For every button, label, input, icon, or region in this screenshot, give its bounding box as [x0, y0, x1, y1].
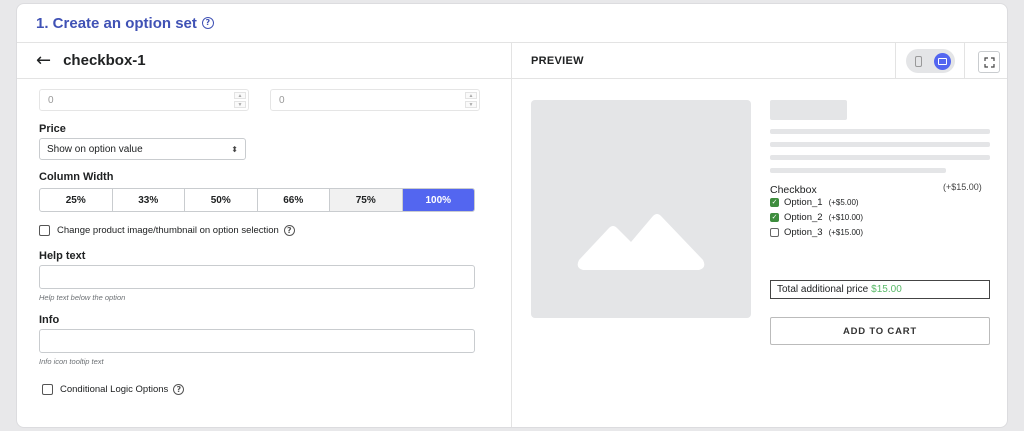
help-text-label: Help text: [39, 250, 86, 262]
option-title: checkbox-1: [63, 52, 146, 69]
column-width-25[interactable]: 25%: [40, 189, 113, 211]
conditional-label: Conditional Logic Options: [60, 384, 169, 395]
option-row-1[interactable]: ✓ Option_1 (+$5.00): [770, 197, 859, 208]
card-header: 1. Create an option set ?: [17, 4, 1007, 43]
info-hint: Info icon tooltip text: [39, 357, 104, 366]
preview-panel: PREVIEW Checkbox (+$15.00) ✓ Option_1 (+…: [512, 43, 1007, 427]
stepper-up-icon[interactable]: ▲: [465, 92, 477, 99]
option-price: (+$5.00): [828, 198, 859, 207]
min-input[interactable]: 0 ▲ ▼: [39, 89, 249, 111]
price-select[interactable]: Show on option value ⬍: [39, 138, 246, 160]
help-icon[interactable]: ?: [283, 225, 295, 236]
column-width-selector: 25% 33% 50% 66% 75% 100%: [39, 188, 475, 212]
option-row-3[interactable]: Option_3 (+$15.00): [770, 227, 863, 238]
column-width-75[interactable]: 75%: [330, 189, 403, 211]
column-width-label: Column Width: [39, 171, 114, 183]
option-label: Option_2: [784, 212, 823, 223]
back-arrow-icon[interactable]: ←: [36, 51, 51, 70]
text-skeleton: [770, 168, 946, 173]
stepper-up-icon[interactable]: ▲: [234, 92, 246, 99]
max-input[interactable]: 0 ▲ ▼: [270, 89, 480, 111]
info-input[interactable]: [39, 329, 475, 353]
change-image-row: Change product image/thumbnail on option…: [39, 225, 295, 236]
checkbox-unchecked-icon[interactable]: [770, 228, 779, 237]
help-text-hint: Help text below the option: [39, 293, 126, 302]
stepper-down-icon[interactable]: ▼: [234, 101, 246, 108]
text-skeleton: [770, 129, 990, 134]
editor-panel: ← checkbox-1 0 ▲ ▼ 0 ▲ ▼ Price Show on opt…: [17, 43, 512, 427]
min-stepper[interactable]: ▲ ▼: [234, 92, 246, 108]
stepper-down-icon[interactable]: ▼: [465, 101, 477, 108]
column-width-50[interactable]: 50%: [185, 189, 258, 211]
select-caret-icon: ⬍: [231, 144, 238, 154]
expand-icon: [983, 56, 995, 68]
product-image-placeholder: [531, 100, 751, 318]
option-group-label: Checkbox: [770, 184, 817, 196]
price-label: Price: [39, 123, 66, 135]
info-label: Info: [39, 314, 60, 326]
column-width-33[interactable]: 33%: [113, 189, 185, 211]
help-icon[interactable]: ?: [201, 17, 214, 29]
preview-header: PREVIEW: [512, 43, 1007, 79]
conditional-row: Conditional Logic Options ?: [42, 384, 185, 395]
section-title: 1. Create an option set: [36, 14, 197, 32]
total-label: Total additional price: [777, 284, 869, 295]
preview-title: PREVIEW: [531, 54, 584, 67]
option-price: (+$10.00): [828, 213, 864, 222]
help-icon[interactable]: ?: [173, 384, 185, 395]
max-value: 0: [279, 94, 285, 106]
price-select-value: Show on option value: [47, 143, 143, 155]
total-value: $15.00: [871, 284, 902, 295]
column-width-66[interactable]: 66%: [258, 189, 330, 211]
fullscreen-button[interactable]: [978, 51, 1000, 73]
conditional-checkbox[interactable]: [42, 384, 53, 395]
text-skeleton: [770, 142, 990, 147]
title-skeleton: [770, 100, 847, 120]
max-stepper[interactable]: ▲ ▼: [465, 92, 477, 108]
option-row-2[interactable]: ✓ Option_2 (+$10.00): [770, 212, 863, 223]
column-width-100[interactable]: 100%: [402, 189, 474, 211]
desktop-icon[interactable]: [933, 52, 951, 70]
device-toggle-container: [895, 43, 965, 79]
checkbox-checked-icon[interactable]: ✓: [770, 198, 779, 207]
option-label: Option_3: [784, 227, 823, 238]
option-label: Option_1: [784, 197, 823, 208]
option-group-price: (+$15.00): [943, 182, 982, 192]
change-image-checkbox[interactable]: [39, 225, 50, 236]
option-set-card: 1. Create an option set ? ← checkbox-1 0…: [16, 3, 1008, 428]
device-toggle[interactable]: [905, 49, 955, 73]
change-image-label: Change product image/thumbnail on option…: [57, 225, 279, 236]
min-max-row: 0 ▲ ▼ 0 ▲ ▼: [39, 89, 480, 111]
total-price-box: Total additional price $15.00: [770, 280, 990, 299]
help-text-input[interactable]: [39, 265, 475, 289]
add-to-cart-button[interactable]: ADD TO CART: [770, 317, 990, 345]
mobile-icon[interactable]: [914, 55, 922, 67]
option-price: (+$15.00): [828, 228, 864, 237]
text-skeleton: [770, 155, 990, 160]
image-placeholder-icon: [577, 214, 705, 270]
checkbox-checked-icon[interactable]: ✓: [770, 213, 779, 222]
min-value: 0: [48, 94, 54, 106]
editor-header: ← checkbox-1: [17, 43, 511, 79]
